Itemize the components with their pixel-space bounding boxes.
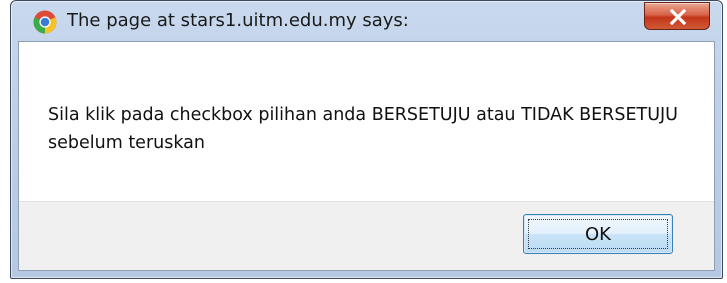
dialog-title: The page at stars1.uitm.edu.my says: (67, 10, 409, 31)
close-icon (669, 9, 687, 25)
ok-button[interactable]: OK (523, 214, 673, 254)
dialog-message: Sila klik pada checkbox pilihan anda BER… (48, 105, 678, 153)
dialog-footer: OK (19, 201, 714, 270)
alert-dialog: The page at stars1.uitm.edu.my says: Sil… (10, 0, 723, 279)
ok-button-label: OK (585, 223, 611, 245)
close-button[interactable] (644, 2, 710, 30)
title-bar[interactable]: The page at stars1.uitm.edu.my says: (11, 1, 722, 41)
dialog-body: Sila klik pada checkbox pilihan anda BER… (18, 41, 715, 271)
chrome-icon (33, 10, 57, 34)
